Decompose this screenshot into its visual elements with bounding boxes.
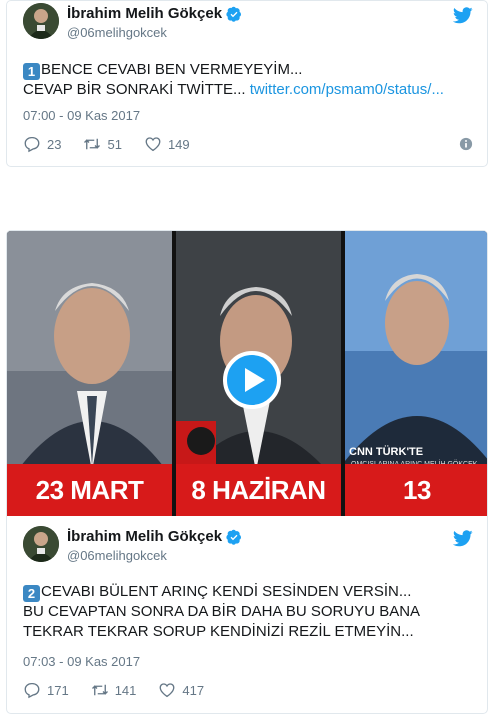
twitter-bird-icon[interactable] [453, 530, 473, 547]
tweet-timestamp[interactable]: 07:00 - 09 Kas 2017 [23, 108, 140, 123]
verified-icon [226, 529, 242, 545]
info-icon[interactable] [459, 137, 473, 151]
author-handle[interactable]: @06melihgokcek [67, 548, 167, 563]
like-count: 149 [167, 136, 190, 152]
author-handle[interactable]: @06melihgokcek [67, 25, 167, 40]
author-row: İbrahim Melih Gökçek [67, 528, 242, 545]
verified-icon [226, 6, 242, 22]
tweet-card-2[interactable]: 23 MART 8 HAZİRAN CNN TÜRK'TE 13 İbrahim… [6, 230, 488, 714]
tweet-timestamp[interactable]: 07:03 - 09 Kas 2017 [23, 654, 140, 669]
reply-button[interactable]: 23 [23, 135, 61, 153]
video-panel-1-label: 23 MART [7, 464, 172, 516]
tweet-header: İbrahim Melih Gökçek @06melihgokcek [23, 526, 473, 570]
like-count: 417 [182, 682, 205, 698]
tweet-header: İbrahim Melih Gökçek @06melihgokcek [23, 3, 473, 47]
tweet-actions: 171 141 417 [23, 681, 226, 699]
video-panel-3: CNN TÜRK'TE OMCISLARINA ARINÇ MELİH GÖKÇ… [345, 231, 487, 516]
video-panel-1: 23 MART [7, 231, 172, 516]
reply-count: 171 [47, 682, 69, 698]
tweet-actions: 23 51 149 [23, 135, 212, 153]
tweet-text: 2 CEVABI BÜLENT ARINÇ KENDİ SESİNDEN VERS… [23, 582, 473, 642]
channel-badge: CNN TÜRK'TE [349, 446, 424, 458]
author-name[interactable]: İbrahim Melih Gökçek [67, 5, 222, 22]
avatar[interactable] [23, 526, 59, 562]
keycap-number-emoji: 1 [23, 63, 40, 80]
retweet-count: 51 [107, 136, 122, 152]
tweet-text: 1 BENCE CEVABI BEN VERMEYEYİM... CEVAP Bİ… [23, 60, 473, 100]
like-button[interactable]: 417 [158, 681, 204, 699]
tweet-text-line-3: TEKRAR TEKRAR SORUP KENDİNİZİ REZİL ETME… [23, 623, 414, 640]
author-row: İbrahim Melih Gökçek [67, 5, 242, 22]
retweet-count: 141 [114, 682, 137, 698]
play-icon [245, 368, 265, 392]
video-panel-2-label: 8 HAZİRAN [176, 464, 341, 516]
like-button[interactable]: 149 [144, 135, 190, 153]
reply-icon [24, 136, 40, 153]
like-icon [159, 683, 175, 698]
reply-icon [24, 682, 40, 699]
tweet-text-line-1: CEVABI BÜLENT ARINÇ KENDİ SESİNDEN VERSİ… [41, 583, 412, 600]
reply-button[interactable]: 171 [23, 681, 69, 699]
tweet-card-1[interactable]: İbrahim Melih Gökçek @06melihgokcek 1 BEN… [6, 0, 488, 167]
video-media[interactable]: 23 MART 8 HAZİRAN CNN TÜRK'TE 13 [7, 231, 487, 516]
play-button[interactable] [223, 351, 281, 409]
like-icon [145, 137, 161, 152]
retweet-icon [91, 684, 108, 696]
tweet-text-line-2: CEVAP BİR SONRAKİ TWİTTE... [23, 81, 246, 98]
video-panel-3-label: 13 HAZİRAN [345, 464, 487, 516]
tweet-link[interactable]: twitter.com/psmam0/status/... [250, 81, 444, 98]
retweet-button[interactable]: 141 [91, 681, 137, 699]
keycap-number-emoji: 2 [23, 585, 40, 602]
author-name[interactable]: İbrahim Melih Gökçek [67, 528, 222, 545]
avatar[interactable] [23, 3, 59, 39]
tweet-text-line-1: BENCE CEVABI BEN VERMEYEYİM... [41, 61, 303, 78]
twitter-bird-icon[interactable] [453, 7, 473, 24]
reply-count: 23 [47, 136, 62, 152]
retweet-button[interactable]: 51 [83, 135, 122, 153]
tweet-text-line-2: BU CEVAPTAN SONRA DA BİR DAHA BU SORUYU … [23, 603, 421, 620]
retweet-icon [84, 138, 101, 150]
